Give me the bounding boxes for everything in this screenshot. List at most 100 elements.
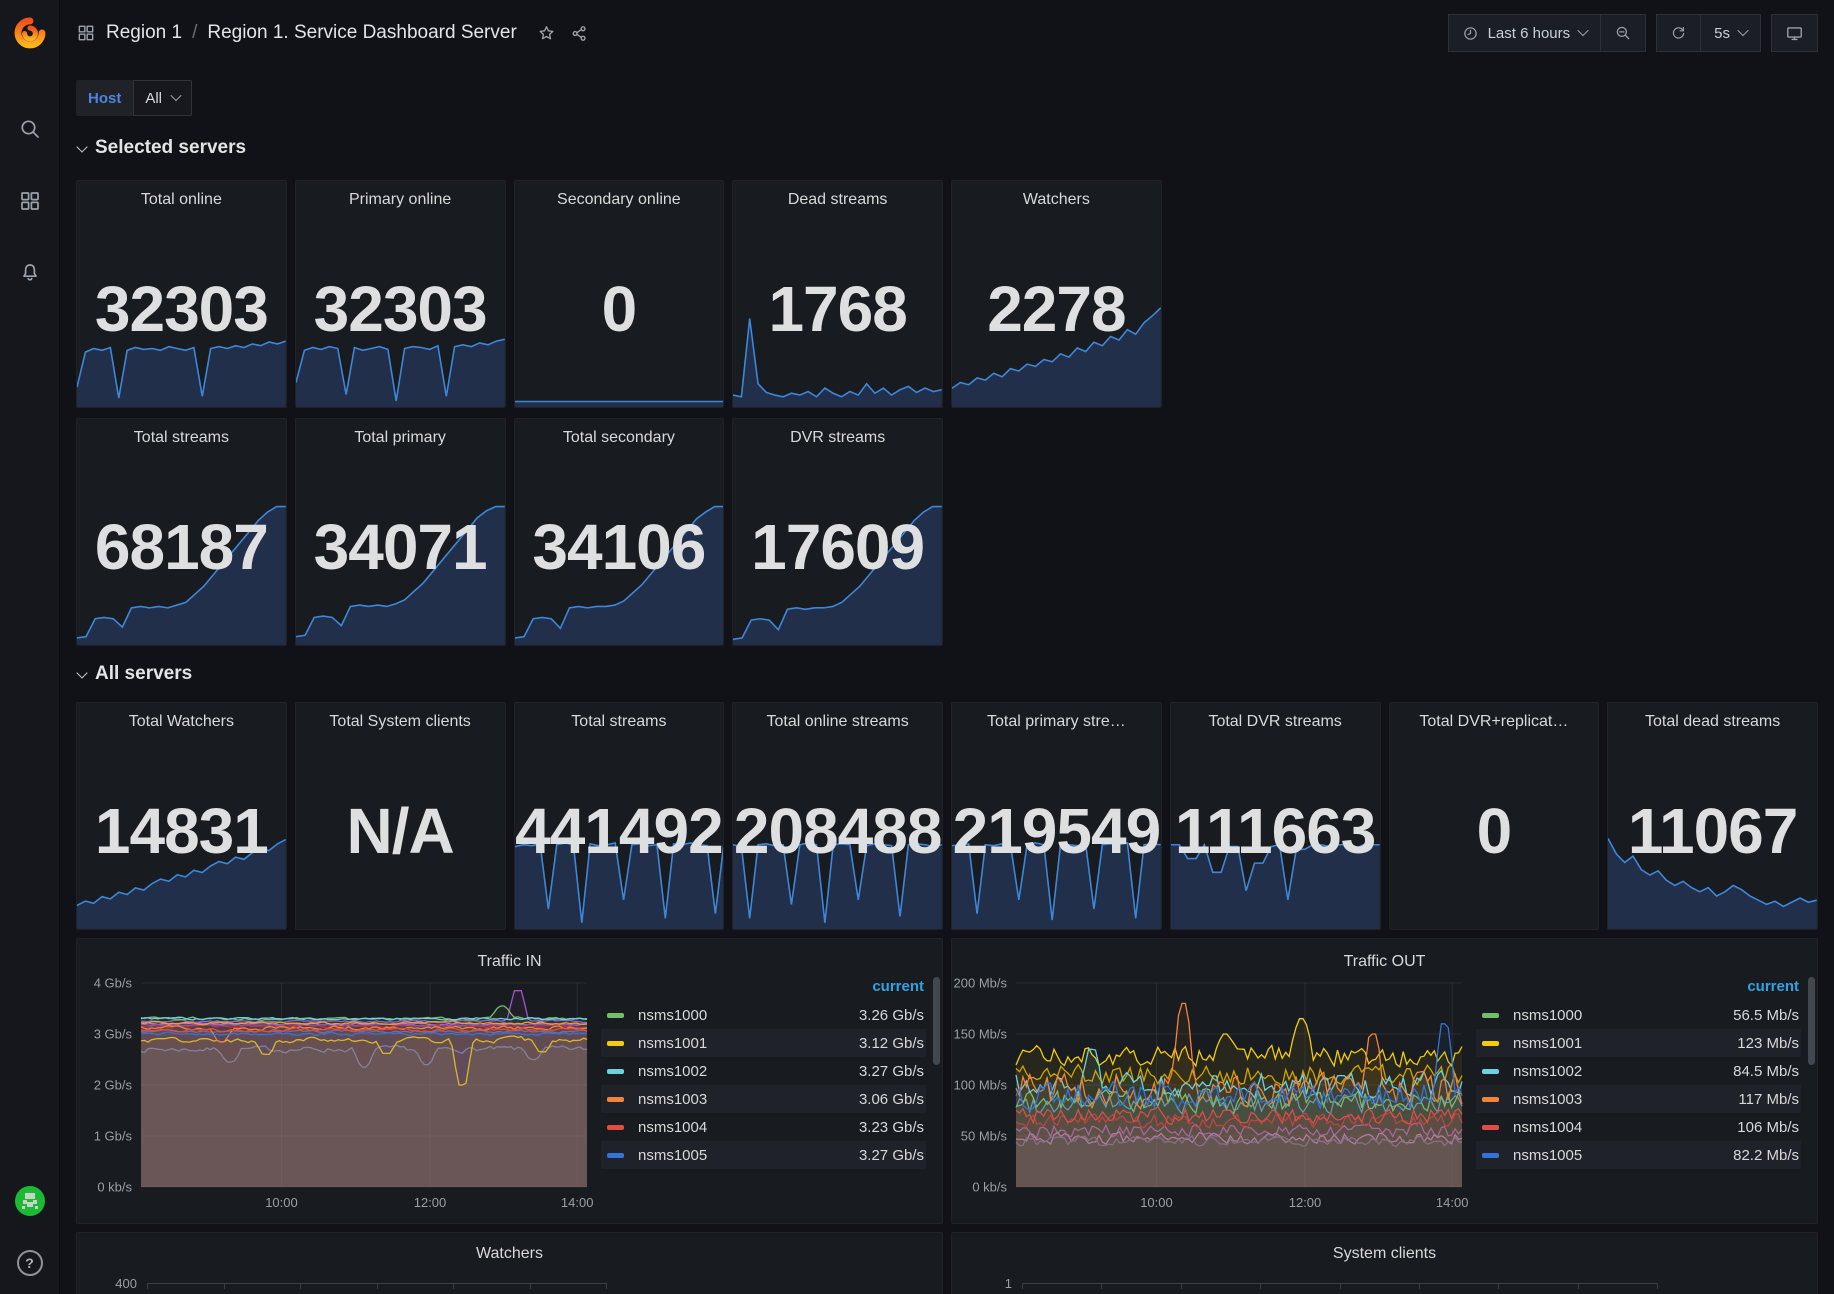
chevron-down-icon: [1577, 24, 1588, 35]
stat-panel-title[interactable]: Total Watchers: [77, 703, 286, 731]
stat-panel: Watchers 2278: [951, 180, 1162, 408]
legend-row[interactable]: nsms1003 3.06 Gb/s: [601, 1085, 926, 1113]
dashboards-grid-icon[interactable]: [10, 184, 50, 218]
help-icon[interactable]: ?: [17, 1250, 43, 1276]
refresh-interval-picker[interactable]: 5s: [1700, 14, 1761, 52]
stat-panel-title[interactable]: Dead streams: [733, 181, 942, 209]
stat-row-selected-1: Total online 32303 Primary online 32303 …: [76, 180, 1818, 408]
host-variable-value-dropdown[interactable]: All: [133, 80, 192, 116]
traffic-out-panel: Traffic OUT 0 kb/s50 Mb/s100 Mb/s150 Mb/…: [951, 938, 1818, 1224]
share-icon[interactable]: [570, 24, 589, 43]
legend-scrollbar[interactable]: [933, 977, 940, 1065]
section-all-servers[interactable]: All servers: [76, 660, 1818, 688]
stat-panel: Total streams 441492: [514, 702, 725, 930]
series-current-value: 3.27 Gb/s: [859, 1063, 924, 1080]
time-controls: Last 6 hours: [1448, 14, 1647, 52]
clock-icon: [1462, 25, 1479, 42]
svg-text:12:00: 12:00: [414, 1195, 447, 1210]
chevron-down-icon: [1737, 24, 1748, 35]
top-navbar: Region 1 / Region 1. Service Dashboard S…: [60, 0, 1834, 66]
chevron-down-icon: [170, 89, 181, 100]
stat-panel-title[interactable]: Total online streams: [733, 703, 942, 731]
panel-title[interactable]: Watchers: [77, 1233, 942, 1263]
stat-panel-title[interactable]: Total primary stre…: [952, 703, 1161, 731]
stat-panel: Total online streams 208488: [732, 702, 943, 930]
traffic-out-plot[interactable]: 0 kb/s50 Mb/s100 Mb/s150 Mb/s200 Mb/s10:…: [952, 973, 1472, 1217]
sidebar: ?: [0, 0, 60, 1294]
stat-value: 34106: [515, 515, 724, 579]
stat-panel: Total DVR streams 111663: [1170, 702, 1381, 930]
legend-row[interactable]: nsms1004 106 Mb/s: [1476, 1113, 1801, 1141]
stat-panel-title[interactable]: Primary online: [296, 181, 505, 209]
breadcrumb-folder[interactable]: Region 1: [106, 22, 182, 44]
stat-panel-title[interactable]: Total secondary: [515, 419, 724, 447]
panel-title[interactable]: Traffic IN: [77, 943, 942, 971]
stat-panel-title[interactable]: Total streams: [515, 703, 724, 731]
legend-current-header: current: [1476, 975, 1801, 1001]
series-color-swatch: [1482, 1125, 1499, 1130]
search-icon[interactable]: [10, 112, 50, 146]
legend-row[interactable]: nsms1001 123 Mb/s: [1476, 1029, 1801, 1057]
alerts-bell-icon[interactable]: [10, 256, 50, 290]
breadcrumb: Region 1 / Region 1. Service Dashboard S…: [76, 22, 589, 44]
stat-panel-title[interactable]: Total dead streams: [1608, 703, 1817, 731]
svg-text:200 Mb/s: 200 Mb/s: [954, 976, 1008, 991]
stat-panel-title[interactable]: Total primary: [296, 419, 505, 447]
watchers-panel: Watchers 400 current: [76, 1232, 943, 1294]
svg-text:3 Gb/s: 3 Gb/s: [94, 1027, 133, 1042]
refresh-button[interactable]: [1656, 14, 1701, 52]
legend-row[interactable]: nsms1000 56.5 Mb/s: [1476, 1001, 1801, 1029]
host-variable: Host All: [76, 80, 192, 116]
y-axis-tick: 400: [91, 1276, 137, 1291]
stat-value: 219549: [952, 799, 1161, 863]
legend-row[interactable]: nsms1001 3.12 Gb/s: [601, 1029, 926, 1057]
stat-panel: Total DVR+replicat… 0: [1389, 702, 1600, 930]
grafana-logo[interactable]: [10, 12, 50, 52]
breadcrumb-dashboard-title[interactable]: Region 1. Service Dashboard Server: [207, 22, 516, 44]
series-current-value: 123 Mb/s: [1737, 1035, 1799, 1052]
y-axis-tick: 1: [966, 1276, 1012, 1291]
stat-value: 17609: [733, 515, 942, 579]
traffic-in-plot[interactable]: 0 kb/s1 Gb/s2 Gb/s3 Gb/s4 Gb/s10:0012:00…: [77, 973, 597, 1217]
stat-panel-title[interactable]: DVR streams: [733, 419, 942, 447]
legend-row[interactable]: nsms1000 3.26 Gb/s: [601, 1001, 926, 1029]
stat-panel-title[interactable]: Total streams: [77, 419, 286, 447]
stat-panel-title[interactable]: Total DVR streams: [1171, 703, 1380, 731]
svg-text:0 kb/s: 0 kb/s: [972, 1180, 1007, 1195]
bottom-charts-row: Watchers 400 current System clients 1 cu…: [76, 1232, 1818, 1294]
zoom-out-button[interactable]: [1600, 14, 1646, 52]
user-avatar[interactable]: [14, 1185, 46, 1222]
collapse-chevron-icon: [76, 667, 87, 678]
legend-scrollbar[interactable]: [1808, 977, 1815, 1065]
panel-title[interactable]: Traffic OUT: [952, 943, 1817, 971]
svg-text:4 Gb/s: 4 Gb/s: [94, 976, 133, 991]
panel-title[interactable]: System clients: [952, 1233, 1817, 1263]
svg-text:14:00: 14:00: [561, 1195, 594, 1210]
series-name: nsms1000: [638, 1007, 707, 1024]
series-color-swatch: [1482, 1069, 1499, 1074]
legend-row[interactable]: nsms1004 3.23 Gb/s: [601, 1113, 926, 1141]
legend-row[interactable]: nsms1005 3.27 Gb/s: [601, 1141, 926, 1169]
section-selected-servers[interactable]: Selected servers: [76, 134, 1818, 162]
series-color-swatch: [607, 1125, 624, 1130]
series-color-swatch: [607, 1041, 624, 1046]
star-icon[interactable]: [537, 24, 556, 43]
time-range-picker[interactable]: Last 6 hours: [1448, 14, 1602, 52]
traffic-in-legend: current nsms1000 3.26 Gb/s nsms1001 3.12…: [597, 973, 942, 1217]
tv-mode-button[interactable]: [1771, 14, 1818, 52]
legend-row[interactable]: nsms1002 3.27 Gb/s: [601, 1057, 926, 1085]
svg-text:12:00: 12:00: [1289, 1195, 1322, 1210]
stat-value: 208488: [733, 799, 942, 863]
stat-panel-title[interactable]: Watchers: [952, 181, 1161, 209]
legend-row[interactable]: nsms1005 82.2 Mb/s: [1476, 1141, 1801, 1169]
stat-panel-title[interactable]: Total DVR+replicat…: [1390, 703, 1599, 731]
svg-text:14:00: 14:00: [1436, 1195, 1469, 1210]
legend-row[interactable]: nsms1003 117 Mb/s: [1476, 1085, 1801, 1113]
stat-panel-title[interactable]: Total online: [77, 181, 286, 209]
svg-text:2 Gb/s: 2 Gb/s: [94, 1078, 133, 1093]
legend-row[interactable]: nsms1002 84.5 Mb/s: [1476, 1057, 1801, 1085]
stat-value: 1768: [733, 277, 942, 341]
stat-value: 14831: [77, 799, 286, 863]
stat-panel-title[interactable]: Total System clients: [296, 703, 505, 731]
stat-panel-title[interactable]: Secondary online: [515, 181, 724, 209]
